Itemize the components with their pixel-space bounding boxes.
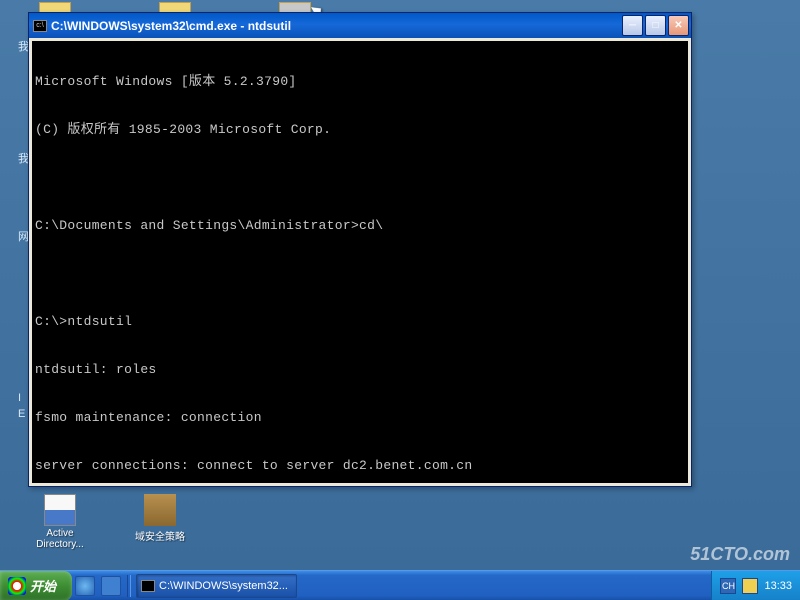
language-indicator[interactable]: CH (720, 578, 736, 594)
window-controls: ─ □ ✕ (622, 15, 689, 36)
desktop-icons-bottom: Active Directory... 域安全策略 (25, 494, 195, 550)
taskbar: 开始 C:\WINDOWS\system32... CH 13:33 (0, 570, 800, 600)
task-label: C:\WINDOWS\system32... (159, 580, 288, 592)
terminal-line: server connections: connect to server dc… (35, 458, 685, 474)
watermark: 51CTO.com (690, 544, 790, 565)
domain-security-policy-icon[interactable]: 域安全策略 (125, 494, 195, 550)
taskbar-separator (127, 575, 131, 597)
windows-flag-icon (8, 577, 26, 595)
active-directory-icon[interactable]: Active Directory... (25, 494, 95, 550)
start-label: 开始 (30, 576, 56, 595)
titlebar[interactable]: c:\ C:\WINDOWS\system32\cmd.exe - ntdsut… (29, 13, 691, 38)
maximize-button[interactable]: □ (645, 15, 666, 36)
icon-label: Active Directory... (36, 528, 84, 550)
cmd-icon: c:\ (33, 20, 47, 32)
terminal-line: ntdsutil: roles (35, 362, 685, 378)
start-button[interactable]: 开始 (0, 571, 72, 600)
terminal-line (35, 266, 685, 282)
system-tray: CH 13:33 (711, 571, 800, 600)
terminal-line: Microsoft Windows [版本 5.2.3790] (35, 74, 685, 90)
policy-icon (144, 494, 176, 526)
cmd-icon (141, 580, 155, 592)
terminal-line: (C) 版权所有 1985-2003 Microsoft Corp. (35, 122, 685, 138)
cmd-window: c:\ C:\WINDOWS\system32\cmd.exe - ntdsut… (28, 12, 692, 487)
quicklaunch-ie-icon[interactable] (75, 576, 95, 596)
tray-icon[interactable] (742, 578, 758, 594)
taskbar-item-cmd[interactable]: C:\WINDOWS\system32... (136, 574, 297, 598)
clock[interactable]: 13:33 (764, 580, 792, 592)
window-title: C:\WINDOWS\system32\cmd.exe - ntdsutil (51, 19, 622, 33)
terminal-line (35, 170, 685, 186)
minimize-button[interactable]: ─ (622, 15, 643, 36)
terminal-line: fsmo maintenance: connection (35, 410, 685, 426)
desktop-label-partial: E (18, 408, 25, 420)
quicklaunch-desktop-icon[interactable] (101, 576, 121, 596)
desktop-label-partial: I (18, 392, 21, 404)
desktop: 我 我 网 I E .... c:\ C:\WINDOWS\system32\c… (0, 0, 800, 600)
terminal-line: C:\Documents and Settings\Administrator>… (35, 218, 685, 234)
ad-icon (44, 494, 76, 526)
close-button[interactable]: ✕ (668, 15, 689, 36)
icon-label: 域安全策略 (135, 528, 185, 543)
terminal-line: C:\>ntdsutil (35, 314, 685, 330)
terminal-output[interactable]: Microsoft Windows [版本 5.2.3790] (C) 版权所有… (32, 41, 688, 483)
